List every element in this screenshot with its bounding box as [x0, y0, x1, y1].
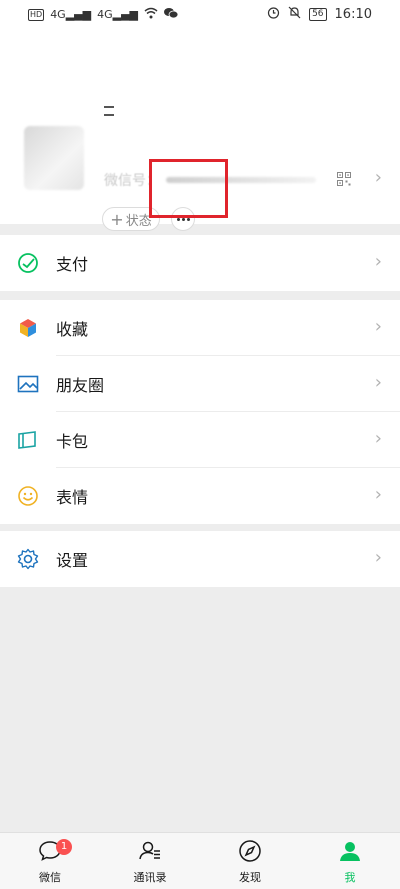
chevron-right-icon: ›: [374, 167, 382, 188]
signal-icon: 4G▂▄▆: [50, 8, 92, 21]
chevron-right-icon: ›: [374, 316, 382, 337]
pay-group: 支付 ›: [0, 235, 400, 291]
menu-label: 收藏: [56, 320, 89, 339]
tab-contacts[interactable]: 通讯录: [100, 833, 200, 889]
menu-item-moments[interactable]: 朋友圈 ›: [0, 356, 400, 412]
clock: 16:10: [334, 6, 372, 22]
menu-item-cards[interactable]: 卡包 ›: [0, 412, 400, 468]
favorites-cube-icon: [17, 317, 39, 339]
bottom-tab-bar: 1 微信 通讯录 发现 我: [0, 832, 400, 889]
status-bar: HD 4G▂▄▆ 4G▂▄▆ 56 16:10: [0, 0, 400, 30]
moments-photo-icon: [17, 373, 39, 395]
qr-code-icon[interactable]: [337, 171, 351, 190]
contacts-person-icon: [138, 839, 162, 863]
chevron-right-icon: ›: [374, 251, 382, 272]
chevron-right-icon: ›: [374, 484, 382, 505]
features-group: 收藏 › 朋友圈 › 卡包 › 表情 ›: [0, 300, 400, 524]
chevron-right-icon: ›: [374, 547, 382, 568]
nickname-redacted: [104, 100, 124, 126]
wechat-notif-icon: [164, 7, 179, 23]
alarm-icon: [267, 6, 280, 22]
menu-label: 卡包: [56, 432, 89, 451]
hd-icon: HD: [28, 9, 45, 21]
unread-badge: 1: [56, 839, 72, 855]
menu-item-favorites[interactable]: 收藏 ›: [0, 300, 400, 356]
settings-group: 设置 ›: [0, 531, 400, 587]
tab-label: 我: [344, 871, 356, 884]
menu-item-settings[interactable]: 设置 ›: [0, 531, 400, 587]
avatar[interactable]: [24, 126, 84, 190]
menu-label: 设置: [56, 551, 89, 570]
menu-item-stickers[interactable]: 表情 ›: [0, 468, 400, 524]
menu-label: 支付: [56, 255, 89, 274]
compass-icon: [238, 839, 262, 863]
wifi-icon: [144, 7, 158, 23]
card-wallet-icon: [17, 429, 39, 451]
battery-icon: 56: [309, 7, 327, 21]
tab-discover[interactable]: 发现: [200, 833, 300, 889]
settings-gear-icon: [17, 548, 39, 570]
highlight-box: [149, 159, 228, 218]
pay-icon: [17, 252, 39, 274]
tab-label: 发现: [239, 871, 261, 884]
tab-chats[interactable]: 1 微信: [0, 833, 100, 889]
tab-me[interactable]: 我: [300, 833, 400, 889]
tab-label: 通讯录: [133, 871, 167, 884]
chevron-right-icon: ›: [374, 428, 382, 449]
signal-icon: 4G▂▄▆: [97, 8, 139, 21]
chevron-right-icon: ›: [374, 372, 382, 393]
menu-label: 朋友圈: [56, 376, 105, 395]
menu-item-pay[interactable]: 支付 ›: [0, 235, 400, 291]
me-person-icon: [338, 839, 362, 863]
mute-bell-icon: [288, 6, 301, 22]
tab-label: 微信: [39, 871, 61, 884]
smiley-face-icon: [17, 485, 39, 507]
menu-label: 表情: [56, 488, 89, 507]
